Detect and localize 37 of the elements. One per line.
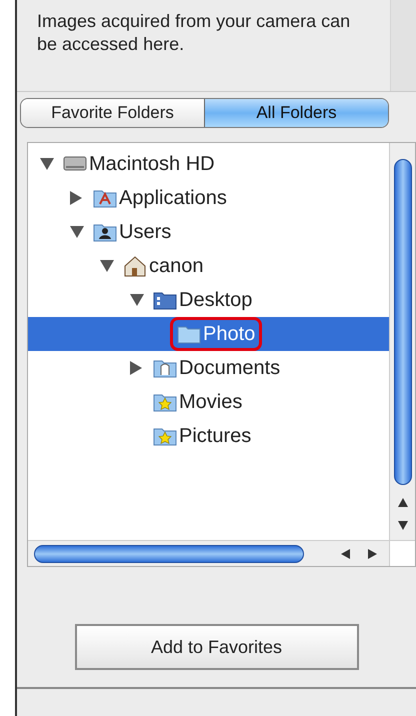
expanded-triangle-icon[interactable]: [130, 294, 144, 306]
tree-row[interactable]: Photo: [28, 317, 389, 351]
folder-label: Pictures: [179, 424, 252, 448]
folder-label: Movies: [179, 390, 242, 414]
tree-row[interactable]: Macintosh HD: [28, 147, 389, 181]
vertical-scrollbar[interactable]: [389, 143, 415, 540]
scroll-right-arrow-icon[interactable]: [368, 548, 377, 558]
scroll-thumb[interactable]: [394, 159, 412, 485]
tree-row[interactable]: Applications: [28, 181, 389, 215]
tree-row[interactable]: Documents: [28, 351, 389, 385]
tree-row[interactable]: Pictures: [28, 419, 389, 453]
collapsed-triangle-icon[interactable]: [70, 191, 82, 205]
scroll-up-arrow-icon[interactable]: [398, 498, 408, 507]
tree-row[interactable]: Desktop: [28, 283, 389, 317]
tree-row[interactable]: canon: [28, 249, 389, 283]
scroll-thumb[interactable]: [34, 544, 304, 562]
tree-row[interactable]: Movies: [28, 385, 389, 419]
folder-label: Photo: [203, 322, 256, 346]
info-text: Images acquired from your camera can be accessed here.: [37, 10, 352, 56]
scroll-left-arrow-icon[interactable]: [341, 548, 350, 558]
expanded-triangle-icon[interactable]: [40, 158, 54, 170]
add-to-favorites-button[interactable]: Add to Favorites: [74, 624, 358, 670]
house-icon: [123, 254, 147, 278]
scroll-down-arrow-icon[interactable]: [398, 521, 408, 530]
folder-label: Documents: [179, 356, 280, 380]
folder-tab[interactable]: Favorite Folders: [21, 99, 204, 127]
folder-label: Macintosh HD: [89, 152, 215, 176]
folder-label: canon: [149, 254, 204, 278]
folder-label: Applications: [119, 186, 227, 210]
folder-tab[interactable]: All Folders: [204, 99, 388, 127]
tree-row[interactable]: Users: [28, 215, 389, 249]
collapsed-triangle-icon[interactable]: [130, 361, 142, 375]
expanded-triangle-icon[interactable]: [100, 260, 114, 272]
folder-label: Desktop: [179, 288, 252, 312]
expanded-triangle-icon[interactable]: [70, 226, 84, 238]
horizontal-scrollbar[interactable]: [28, 541, 389, 566]
folder-label: Users: [119, 220, 172, 244]
